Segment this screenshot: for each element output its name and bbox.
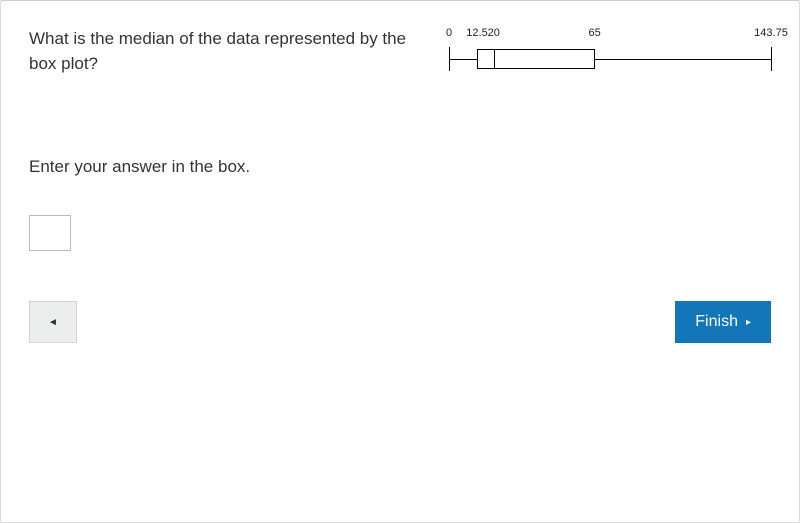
answer-instruction: Enter your answer in the box.	[29, 157, 771, 177]
nav-row: ◄ Finish ▸	[29, 301, 771, 343]
back-arrow-icon: ◄	[48, 317, 58, 328]
whisker-right	[595, 59, 771, 60]
back-button[interactable]: ◄	[29, 301, 77, 343]
label-median: 20	[488, 27, 500, 39]
label-q1: 12.5	[466, 27, 487, 39]
median-line	[494, 49, 495, 69]
label-min: 0	[446, 27, 452, 39]
box-plot-graphic	[449, 45, 771, 73]
answer-input[interactable]	[29, 215, 71, 251]
question-page: What is the median of the data represent…	[0, 0, 800, 523]
box-plot: 0 12.5 20 65 143.75	[449, 27, 771, 87]
whisker-cap-max	[771, 47, 772, 71]
box-plot-labels: 0 12.5 20 65 143.75	[449, 27, 771, 41]
top-row: What is the median of the data represent…	[29, 27, 771, 87]
finish-button[interactable]: Finish ▸	[675, 301, 771, 343]
whisker-left	[449, 59, 477, 60]
label-q3: 65	[588, 27, 600, 39]
label-max: 143.75	[754, 27, 788, 39]
finish-arrow-icon: ▸	[746, 317, 751, 328]
finish-label: Finish	[695, 313, 738, 331]
question-text: What is the median of the data represent…	[29, 27, 409, 76]
